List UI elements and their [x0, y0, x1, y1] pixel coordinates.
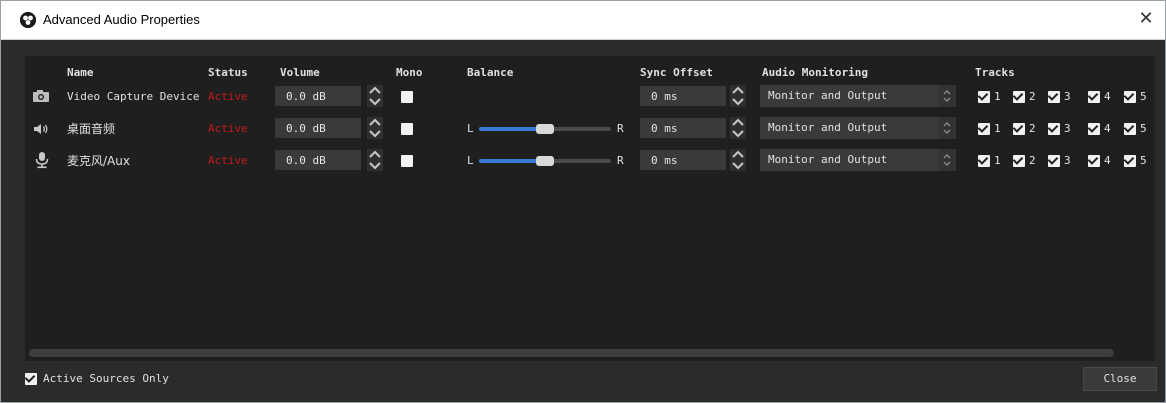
track-4-checkbox[interactable]: [1088, 155, 1100, 167]
track-label: 2: [1029, 154, 1036, 167]
column-header-balance: Balance: [467, 66, 514, 79]
sync-offset-stepper[interactable]: [730, 117, 746, 139]
mono-checkbox[interactable]: [401, 155, 413, 167]
track-3-checkbox[interactable]: [1048, 155, 1060, 167]
chevron-updown-icon[interactable]: [938, 85, 956, 107]
balance-right-label: R: [617, 154, 624, 167]
track-label: 1: [994, 90, 1001, 103]
speaker-icon: [33, 121, 51, 140]
active-sources-only-label: Active Sources Only: [43, 372, 169, 385]
sync-offset-input[interactable]: 0 ms: [640, 150, 726, 170]
track-label: 1: [994, 154, 1001, 167]
track-label: 4: [1104, 90, 1111, 103]
track-label: 3: [1064, 122, 1071, 135]
active-sources-only-checkbox[interactable]: [25, 373, 37, 385]
mono-checkbox[interactable]: [401, 91, 413, 103]
track-label: 2: [1029, 90, 1036, 103]
chevron-updown-icon[interactable]: [938, 117, 956, 139]
status-badge: Active: [208, 122, 248, 135]
horizontal-scrollbar[interactable]: [29, 349, 1114, 357]
volume-stepper[interactable]: [367, 85, 383, 107]
track-4-checkbox[interactable]: [1088, 91, 1100, 103]
column-header-audio-monitoring: Audio Monitoring: [762, 66, 868, 79]
column-header-sync-offset: Sync Offset: [640, 66, 713, 79]
sync-offset-stepper[interactable]: [730, 149, 746, 171]
source-name: Video Capture Device: [67, 90, 200, 103]
track-label: 5: [1140, 154, 1147, 167]
track-label: 5: [1140, 122, 1147, 135]
column-header-name: Name: [67, 66, 94, 79]
chevron-updown-icon[interactable]: [938, 149, 956, 171]
microphone-icon: [34, 151, 50, 173]
track-1-checkbox[interactable]: [978, 91, 990, 103]
obs-logo-icon: [20, 12, 36, 28]
close-button[interactable]: Close: [1083, 367, 1157, 391]
sync-offset-input[interactable]: 0 ms: [640, 118, 726, 138]
track-label: 2: [1029, 122, 1036, 135]
track-label: 4: [1104, 122, 1111, 135]
track-2-checkbox[interactable]: [1013, 91, 1025, 103]
volume-stepper[interactable]: [367, 149, 383, 171]
track-3-checkbox[interactable]: [1048, 123, 1060, 135]
camera-icon: [32, 88, 50, 107]
column-header-tracks: Tracks: [975, 66, 1015, 79]
status-badge: Active: [208, 90, 248, 103]
column-header-mono: Mono: [396, 66, 423, 79]
mono-checkbox[interactable]: [401, 123, 413, 135]
audio-sources-table: Name Status Volume Mono Balance Sync Off…: [25, 56, 1155, 361]
title-bar: Advanced Audio Properties ✕: [1, 1, 1165, 40]
track-label: 4: [1104, 154, 1111, 167]
balance-left-label: L: [467, 122, 474, 135]
close-icon[interactable]: ✕: [1135, 8, 1157, 30]
source-name: 桌面音频: [67, 122, 116, 136]
track-5-checkbox[interactable]: [1124, 155, 1136, 167]
monitoring-select[interactable]: Monitor and Output: [760, 85, 956, 107]
track-5-checkbox[interactable]: [1124, 123, 1136, 135]
track-label: 1: [994, 122, 1001, 135]
source-name: 麦克风/Aux: [67, 154, 130, 168]
advanced-audio-properties-window: Advanced Audio Properties ✕ Name Status …: [0, 0, 1166, 403]
sync-offset-input[interactable]: 0 ms: [640, 86, 726, 106]
column-header-status: Status: [208, 66, 248, 79]
track-label: 5: [1140, 90, 1147, 103]
track-1-checkbox[interactable]: [978, 123, 990, 135]
balance-left-label: L: [467, 154, 474, 167]
track-4-checkbox[interactable]: [1088, 123, 1100, 135]
balance-slider-handle[interactable]: [536, 124, 554, 134]
sync-offset-stepper[interactable]: [730, 85, 746, 107]
track-5-checkbox[interactable]: [1124, 91, 1136, 103]
balance-right-label: R: [617, 122, 624, 135]
status-badge: Active: [208, 154, 248, 167]
volume-input[interactable]: 0.0 dB: [275, 86, 361, 106]
track-label: 3: [1064, 90, 1071, 103]
monitoring-select[interactable]: Monitor and Output: [760, 149, 956, 171]
volume-input[interactable]: 0.0 dB: [275, 118, 361, 138]
monitoring-select[interactable]: Monitor and Output: [760, 117, 956, 139]
track-1-checkbox[interactable]: [978, 155, 990, 167]
track-2-checkbox[interactable]: [1013, 155, 1025, 167]
column-header-volume: Volume: [280, 66, 320, 79]
track-label: 3: [1064, 154, 1071, 167]
volume-input[interactable]: 0.0 dB: [275, 150, 361, 170]
balance-slider-handle[interactable]: [536, 156, 554, 166]
volume-stepper[interactable]: [367, 117, 383, 139]
track-2-checkbox[interactable]: [1013, 123, 1025, 135]
track-3-checkbox[interactable]: [1048, 91, 1060, 103]
window-title: Advanced Audio Properties: [43, 12, 200, 27]
